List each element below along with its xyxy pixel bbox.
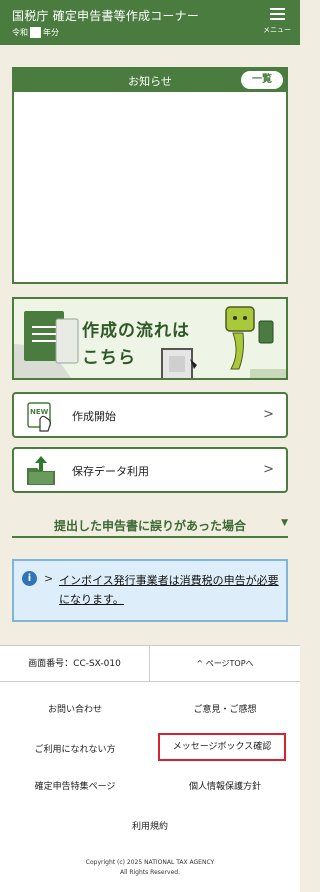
banner-line1: 作成の流れは: [82, 321, 190, 341]
footer-link-feedback[interactable]: ご意見・ご感想: [150, 702, 300, 715]
era-prefix: 令和: [12, 28, 28, 37]
menu-label: メニュー: [263, 26, 291, 34]
mascot-icon: [225, 306, 255, 332]
menu-button[interactable]: メニュー: [260, 6, 294, 38]
use-saved-data-label: 保存データ利用: [72, 465, 149, 478]
app-header: 国税庁 確定申告書等作成コーナー 令和 年分 メニュー: [0, 0, 300, 45]
year-box: [30, 27, 41, 38]
footer-link-terms[interactable]: 利用規約: [75, 819, 225, 832]
footer-link-special-page[interactable]: 確定申告特集ページ: [0, 779, 150, 792]
footer: 画面番号：CC-SX-010 ^ ページTOPへ お問い合わせ ご意見・ご感想 …: [0, 645, 300, 892]
app-title: 国税庁 確定申告書等作成コーナー: [12, 9, 200, 23]
new-document-icon: NEW: [27, 402, 51, 432]
upload-folder-icon: [27, 456, 55, 485]
copyright-line1: Copyright (c) 2025 NATIONAL TAX AGENCY: [85, 859, 215, 866]
notice-list-button[interactable]: 一覧: [241, 71, 283, 89]
chevron-right-icon: >: [263, 407, 274, 422]
use-saved-data-button[interactable]: 保存データ利用 >: [12, 447, 288, 493]
chevron-right-icon: >: [44, 572, 54, 585]
chevron-right-icon: >: [263, 462, 274, 477]
footer-link-message-box[interactable]: メッセージボックス確認: [158, 733, 286, 761]
footer-link-privacy[interactable]: 個人情報保護方針: [150, 779, 300, 792]
copyright-line2: All Rights Reserved.: [119, 869, 180, 876]
filed-return-error-toggle[interactable]: 提出した申告書に誤りがあった場合 ▼: [12, 514, 288, 538]
creation-flow-banner[interactable]: 作成の流れは こちら: [12, 297, 288, 380]
hamburger-icon: [269, 8, 285, 20]
notice-header: お知らせ 一覧: [14, 69, 286, 92]
era-suffix: 年分: [43, 28, 59, 37]
start-creation-label: 作成開始: [72, 410, 116, 423]
start-creation-button[interactable]: NEW 作成開始 >: [12, 392, 288, 438]
notice-panel: お知らせ 一覧: [12, 67, 288, 284]
screen-id: 画面番号：CC-SX-010: [0, 646, 150, 682]
info-icon: i: [22, 571, 37, 586]
footer-link-contact[interactable]: お問い合わせ: [0, 702, 150, 715]
banner-line2: こちら: [82, 348, 136, 368]
error-section-title: 提出した申告書に誤りがあった場合: [53, 519, 246, 533]
new-icon-text: NEW: [30, 408, 49, 416]
divider: [12, 536, 288, 538]
footer-link-unavailable[interactable]: ご利用になれない方: [0, 742, 150, 755]
tax-year-label: 令和 年分: [12, 27, 59, 38]
info-box: i > インボイス発行事業者は消費税の申告が必要になります。: [12, 559, 288, 622]
caret-down-icon: ▼: [281, 518, 288, 528]
invoice-notice-link[interactable]: インボイス発行事業者は消費税の申告が必要になります。: [59, 571, 281, 609]
page-top-link[interactable]: ^ ページTOPへ: [150, 646, 300, 682]
